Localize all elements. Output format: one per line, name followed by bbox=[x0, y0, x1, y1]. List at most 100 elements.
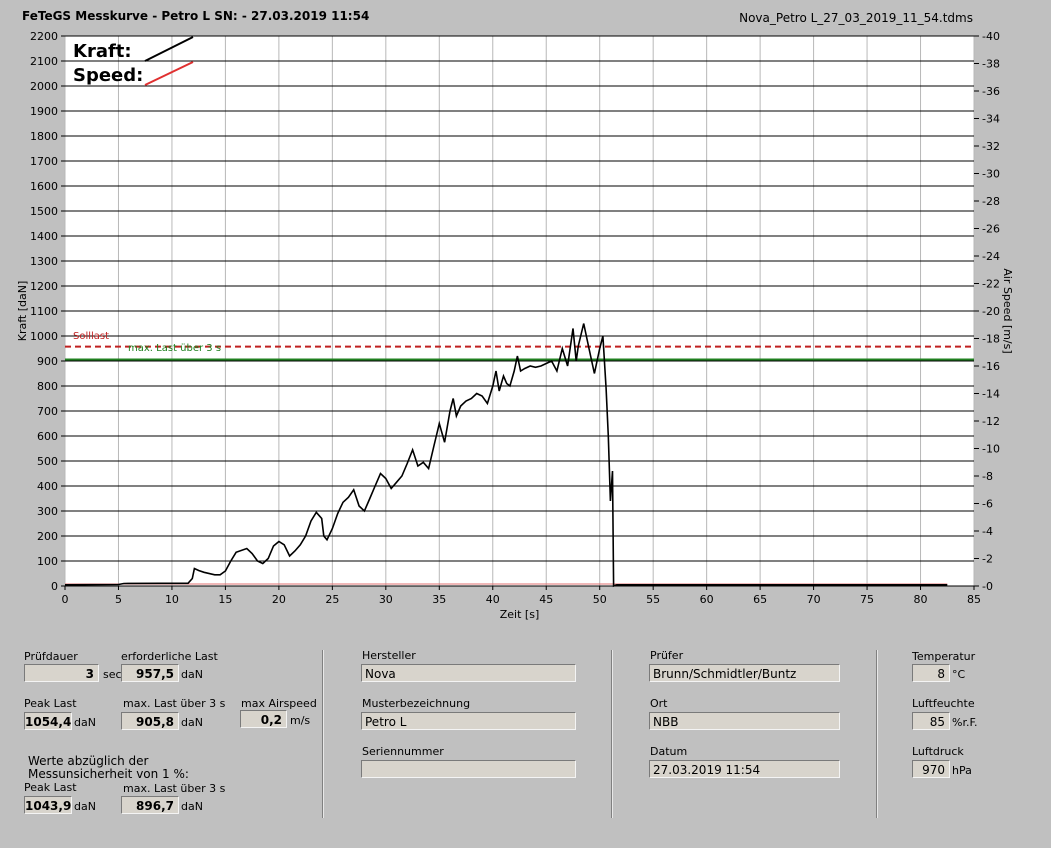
separator bbox=[876, 650, 878, 818]
x-tick-label: 40 bbox=[486, 593, 500, 606]
y2-tick-label: -34 bbox=[982, 113, 1000, 126]
ort-field[interactable]: NBB bbox=[649, 712, 840, 730]
note-line-1: Werte abzüglich der bbox=[28, 754, 149, 768]
y-tick-label: 1800 bbox=[30, 130, 58, 143]
y-axis-label: Kraft [daN] bbox=[16, 281, 29, 342]
y-tick-label: 1600 bbox=[30, 180, 58, 193]
luftdruck-unit: hPa bbox=[952, 764, 972, 777]
max-last-adj-label: max. Last über 3 s bbox=[123, 782, 226, 795]
separator bbox=[322, 650, 324, 818]
y-tick-label: 1400 bbox=[30, 230, 58, 243]
x-tick-label: 0 bbox=[62, 593, 69, 606]
peak-last-adj-label: Peak Last bbox=[24, 781, 77, 794]
max-airspeed-label: max Airspeed bbox=[241, 697, 317, 710]
legend-kraft-label: Kraft: bbox=[73, 41, 132, 62]
y-tick-label: 1000 bbox=[30, 330, 58, 343]
x-tick-label: 30 bbox=[379, 593, 393, 606]
temperatur-value: 8 bbox=[912, 664, 950, 682]
max-last-adj-value: 896,7 bbox=[121, 796, 179, 814]
pruefdauer-value: 3 bbox=[24, 664, 99, 682]
y-tick-label: 800 bbox=[37, 380, 58, 393]
max-last-unit: daN bbox=[181, 716, 203, 729]
hersteller-field[interactable]: Nova bbox=[361, 664, 576, 682]
seriennummer-field[interactable] bbox=[361, 760, 576, 778]
y-tick-label: 2000 bbox=[30, 80, 58, 93]
y2-tick-label: -6 bbox=[982, 498, 993, 511]
peak-last-adj-unit: daN bbox=[74, 800, 96, 813]
y2-tick-label: -16 bbox=[982, 360, 1000, 373]
max-last-adj-unit: daN bbox=[181, 800, 203, 813]
y2-tick-label: -10 bbox=[982, 443, 1000, 456]
y-tick-label: 200 bbox=[37, 530, 58, 543]
seriennummer-label: Seriennummer bbox=[362, 745, 444, 758]
y-tick-label: 600 bbox=[37, 430, 58, 443]
peak-last-adj-value: 1043,9 bbox=[24, 796, 72, 814]
y-tick-label: 300 bbox=[37, 505, 58, 518]
y2-tick-label: -12 bbox=[982, 415, 1000, 428]
peak-last-unit: daN bbox=[74, 716, 96, 729]
x-tick-label: 80 bbox=[914, 593, 928, 606]
y-tick-label: 700 bbox=[37, 405, 58, 418]
legend-speed-label: Speed: bbox=[73, 65, 143, 86]
luftdruck-value: 970 bbox=[912, 760, 950, 778]
peak-last-label: Peak Last bbox=[24, 697, 77, 710]
y2-tick-label: -28 bbox=[982, 195, 1000, 208]
ort-label: Ort bbox=[650, 697, 668, 710]
x-tick-label: 50 bbox=[593, 593, 607, 606]
x-tick-label: 75 bbox=[860, 593, 874, 606]
y2-axis-label: Air Speed [m/s] bbox=[1001, 268, 1014, 353]
reference-line-label: Solllast bbox=[73, 331, 109, 342]
pruefdauer-unit: sec bbox=[103, 668, 122, 681]
luftfeuchte-unit: %r.F. bbox=[952, 716, 978, 729]
y-tick-label: 500 bbox=[37, 455, 58, 468]
pruefer-field[interactable]: Brunn/Schmidtler/Buntz bbox=[649, 664, 840, 682]
y2-tick-label: -8 bbox=[982, 470, 993, 483]
luftfeuchte-label: Luftfeuchte bbox=[912, 697, 975, 710]
max-airspeed-value: 0,2 bbox=[240, 710, 287, 728]
y2-tick-label: -40 bbox=[982, 30, 1000, 43]
y-tick-label: 100 bbox=[37, 555, 58, 568]
x-tick-label: 60 bbox=[700, 593, 714, 606]
temperatur-label: Temperatur bbox=[912, 650, 976, 663]
x-tick-label: 55 bbox=[646, 593, 660, 606]
x-axis-label: Zeit [s] bbox=[500, 608, 539, 621]
datum-label: Datum bbox=[650, 745, 688, 758]
erforderliche-last-value: 957,5 bbox=[121, 664, 179, 682]
x-tick-label: 45 bbox=[539, 593, 553, 606]
datum-field[interactable]: 27.03.2019 11:54 bbox=[649, 760, 840, 778]
y2-tick-label: -4 bbox=[982, 525, 993, 538]
erforderliche-last-unit: daN bbox=[181, 668, 203, 681]
y2-tick-label: -24 bbox=[982, 250, 1000, 263]
x-tick-label: 15 bbox=[218, 593, 232, 606]
x-tick-label: 25 bbox=[325, 593, 339, 606]
y-tick-label: 900 bbox=[37, 355, 58, 368]
y2-tick-label: -32 bbox=[982, 140, 1000, 153]
max-last-label: max. Last über 3 s bbox=[123, 697, 226, 710]
y2-tick-label: -14 bbox=[982, 388, 1000, 401]
y2-tick-label: -30 bbox=[982, 168, 1000, 181]
luftfeuchte-value: 85 bbox=[912, 712, 950, 730]
pruefdauer-label: Prüfdauer bbox=[24, 650, 78, 663]
hersteller-label: Hersteller bbox=[362, 649, 416, 662]
musterbezeichnung-field[interactable]: Petro L bbox=[361, 712, 576, 730]
y2-tick-label: -38 bbox=[982, 58, 1000, 71]
peak-last-value: 1054,4 bbox=[24, 712, 72, 730]
note-line-2: Messunsicherheit von 1 %: bbox=[28, 767, 189, 781]
y-tick-label: 1100 bbox=[30, 305, 58, 318]
x-tick-label: 65 bbox=[753, 593, 767, 606]
y2-tick-label: -20 bbox=[982, 305, 1000, 318]
x-tick-label: 5 bbox=[115, 593, 122, 606]
max-last-value: 905,8 bbox=[121, 712, 179, 730]
x-tick-label: 85 bbox=[967, 593, 981, 606]
y2-tick-label: -18 bbox=[982, 333, 1000, 346]
luftdruck-label: Luftdruck bbox=[912, 745, 964, 758]
max-airspeed-unit: m/s bbox=[290, 714, 311, 727]
erforderliche-last-label: erforderliche Last bbox=[121, 650, 218, 663]
y-tick-label: 2100 bbox=[30, 55, 58, 68]
y-tick-label: 0 bbox=[51, 580, 58, 593]
musterbezeichnung-label: Musterbezeichnung bbox=[362, 697, 471, 710]
x-tick-label: 70 bbox=[807, 593, 821, 606]
y-tick-label: 1200 bbox=[30, 280, 58, 293]
x-tick-label: 20 bbox=[272, 593, 286, 606]
x-tick-label: 35 bbox=[432, 593, 446, 606]
